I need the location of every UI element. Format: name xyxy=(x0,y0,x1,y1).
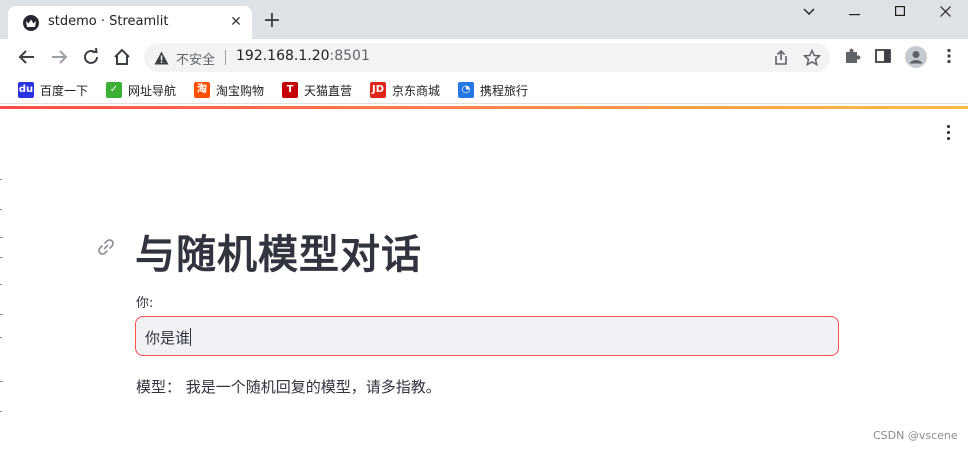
bookmark-star-icon[interactable] xyxy=(802,48,822,67)
bookmarks-bar: du 百度一下 ✓ 网址导航 淘 淘宝购物 T 天猫直营 JD 京东商城 ◔ 携… xyxy=(0,76,968,104)
browser-toolbar: 不安全 192.168.1.20:8501 xyxy=(0,39,968,76)
left-edge-marks xyxy=(0,179,3,412)
url-port: :8501 xyxy=(329,48,370,64)
address-divider xyxy=(225,50,226,65)
home-icon[interactable] xyxy=(111,46,133,68)
profile-avatar-icon[interactable] xyxy=(905,46,927,68)
chat-input-value: 你是谁 xyxy=(145,329,191,347)
minimize-button[interactable] xyxy=(831,0,877,28)
forward-arrow-icon[interactable] xyxy=(48,46,70,68)
tab-strip: stdemo · Streamlit ✕ + xyxy=(0,0,968,39)
ctrip-icon: ◔ xyxy=(458,82,474,98)
bookmark-item[interactable]: T 天猫直营 xyxy=(282,81,352,99)
url-host: 192.168.1.20 xyxy=(236,48,330,64)
side-panel-icon[interactable] xyxy=(874,47,894,67)
baidu-icon: du xyxy=(18,82,34,98)
bookmark-label: 天猫直营 xyxy=(304,83,353,98)
header-link-icon[interactable] xyxy=(97,238,115,260)
model-reply: 模型： 我是一个随机回复的模型，请多指教。 xyxy=(136,378,441,396)
reload-icon[interactable] xyxy=(80,46,102,68)
bookmark-item[interactable]: 淘 淘宝购物 xyxy=(194,81,264,99)
bookmark-label: 淘宝购物 xyxy=(216,83,265,98)
taobao-icon: 淘 xyxy=(194,82,210,98)
text-caret xyxy=(190,328,192,346)
tab-close-icon[interactable]: ✕ xyxy=(228,14,244,30)
browser-tab[interactable]: stdemo · Streamlit ✕ xyxy=(8,6,252,39)
bookmark-label: 百度一下 xyxy=(40,83,89,98)
app-menu-icon[interactable] xyxy=(940,125,956,143)
streamlit-favicon-icon xyxy=(23,15,39,31)
maximize-button[interactable] xyxy=(877,0,923,28)
back-arrow-icon[interactable] xyxy=(16,46,38,68)
tmall-icon: T xyxy=(282,82,298,98)
jd-icon: JD xyxy=(370,82,386,98)
bookmark-label: 京东商城 xyxy=(392,83,441,98)
url-text[interactable]: 192.168.1.20:8501 xyxy=(236,48,370,64)
tab-search-chevron-icon[interactable] xyxy=(786,0,832,28)
share-icon[interactable] xyxy=(772,49,790,67)
bookmark-item[interactable]: ✓ 网址导航 xyxy=(106,81,176,99)
extensions-puzzle-icon[interactable] xyxy=(843,47,863,67)
security-label[interactable]: 不安全 xyxy=(176,49,215,68)
bookmark-label: 网址导航 xyxy=(128,83,177,98)
warning-icon[interactable] xyxy=(154,50,169,69)
bookmark-item[interactable]: ◔ 携程旅行 xyxy=(458,81,528,99)
hao-icon: ✓ xyxy=(106,82,122,98)
tab-title: stdemo · Streamlit xyxy=(48,14,169,29)
page-title: 与随机模型对话 xyxy=(135,232,422,278)
bookmark-label: 携程旅行 xyxy=(480,83,529,98)
chat-input-label: 你: xyxy=(136,296,154,311)
bookmark-item[interactable]: JD 京东商城 xyxy=(370,81,440,99)
watermark: CSDN @vscene xyxy=(873,429,958,442)
bookmark-item[interactable]: du 百度一下 xyxy=(18,81,88,99)
close-window-button[interactable] xyxy=(922,0,968,28)
address-bar[interactable]: 不安全 192.168.1.20:8501 xyxy=(144,43,830,72)
chat-input[interactable]: 你是谁 xyxy=(135,316,839,356)
browser-menu-icon[interactable] xyxy=(940,47,960,67)
streamlit-main: 与随机模型对话 你: 你是谁 模型： 我是一个随机回复的模型，请多指教。 CSD… xyxy=(0,109,968,450)
new-tab-button[interactable]: + xyxy=(262,10,282,32)
